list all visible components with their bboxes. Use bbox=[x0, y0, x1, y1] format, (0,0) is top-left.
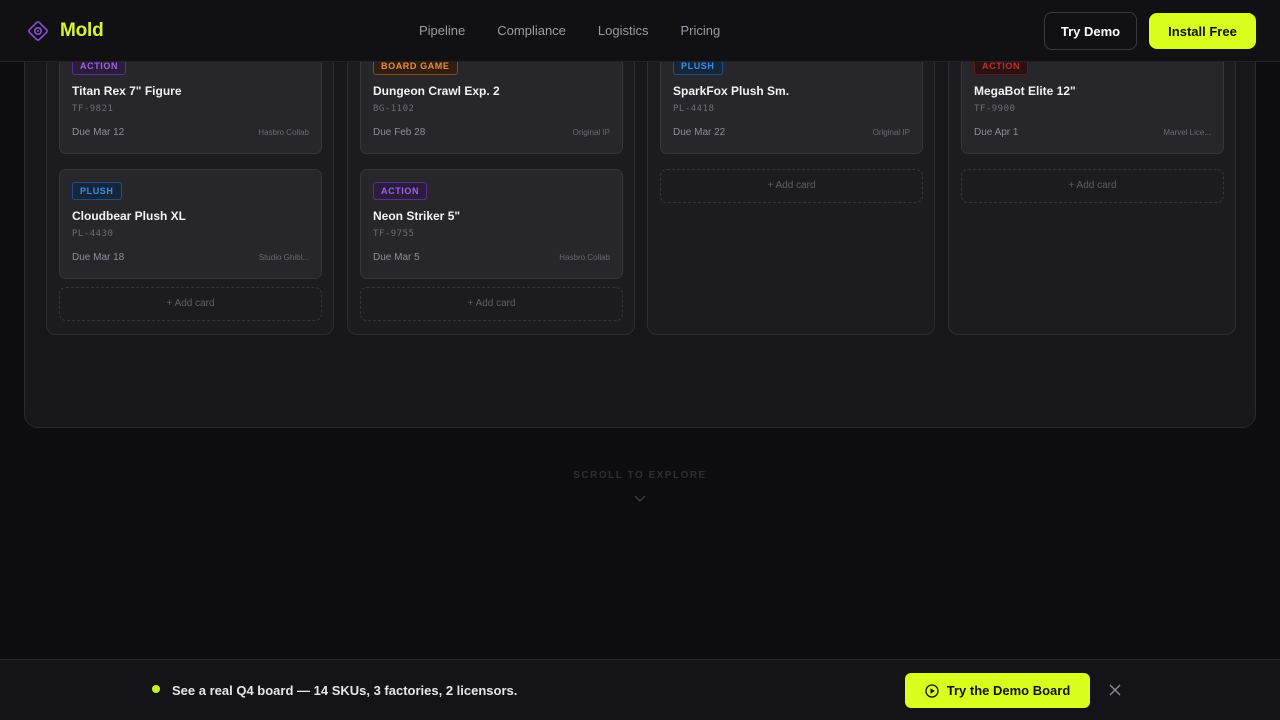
top-navbar: Mold Pipeline Compliance Logistics Prici… bbox=[0, 0, 1280, 62]
try-demo-board-label: Try the Demo Board bbox=[946, 683, 1071, 698]
card-title: SparkFox Plush Sm. bbox=[673, 84, 790, 98]
play-circle-icon bbox=[925, 683, 939, 698]
nav-links: Pipeline Compliance Logistics Pricing bbox=[419, 23, 720, 38]
add-card-button[interactable]: + Add card bbox=[961, 169, 1224, 203]
board-column: BOARD GAME Dungeon Crawl Exp. 2 BG-1102 … bbox=[347, 44, 635, 335]
card-source: Original IP bbox=[572, 128, 610, 137]
board-column: PLUSH SparkFox Plush Sm. PL-4418 Due Mar… bbox=[647, 44, 935, 335]
kanban-board: ACTION Titan Rex 7" Figure TF-9821 Due M… bbox=[24, 30, 1256, 428]
close-icon[interactable] bbox=[1108, 683, 1122, 697]
card-title: Dungeon Crawl Exp. 2 bbox=[373, 84, 500, 98]
nav-link-pipeline[interactable]: Pipeline bbox=[419, 23, 465, 38]
card-title: Cloudbear Plush XL bbox=[72, 209, 187, 223]
card-due-date: Due Mar 12 bbox=[72, 127, 125, 138]
card-title: Titan Rex 7" Figure bbox=[72, 84, 182, 98]
card-source: Hasbro Collab bbox=[258, 128, 309, 137]
nav-link-logistics[interactable]: Logistics bbox=[598, 23, 649, 38]
nav-link-pricing[interactable]: Pricing bbox=[681, 23, 721, 38]
card-due-date: Due Mar 18 bbox=[72, 252, 125, 263]
card-source: Original IP bbox=[872, 128, 910, 137]
try-demo-board-button[interactable]: Try the Demo Board bbox=[905, 673, 1090, 708]
card-sku: PL-4430 bbox=[72, 229, 114, 239]
card-source: Hasbro Collab bbox=[559, 253, 610, 262]
scroll-hint: SCROLL TO EXPLORE bbox=[573, 470, 707, 481]
board-column: ACTION MegaBot Elite 12" TF-9900 Due Apr… bbox=[948, 44, 1236, 335]
mold-logo-icon bbox=[28, 21, 48, 41]
board-column: ACTION Titan Rex 7" Figure TF-9821 Due M… bbox=[46, 44, 334, 335]
promo-banner: See a real Q4 board — 14 SKUs, 3 factori… bbox=[0, 659, 1280, 720]
card-due-date: Due Apr 1 bbox=[974, 127, 1019, 138]
product-card[interactable]: ACTION Neon Striker 5" TF-9755 Due Mar 5… bbox=[360, 169, 623, 279]
add-card-button[interactable]: + Add card bbox=[59, 287, 322, 321]
add-card-button[interactable]: + Add card bbox=[660, 169, 923, 203]
card-source: Marvel Lice... bbox=[1163, 128, 1211, 137]
category-tag: PLUSH bbox=[72, 182, 122, 200]
add-card-button[interactable]: + Add card bbox=[360, 287, 623, 321]
card-sku: TF-9900 bbox=[974, 104, 1016, 114]
brand-logo[interactable]: Mold bbox=[26, 19, 104, 43]
card-source: Studio Ghibl... bbox=[258, 253, 309, 262]
brand-name: Mold bbox=[60, 20, 104, 41]
banner-text: See a real Q4 board — 14 SKUs, 3 factori… bbox=[172, 683, 518, 698]
nav-link-compliance[interactable]: Compliance bbox=[497, 23, 566, 38]
try-demo-button[interactable]: Try Demo bbox=[1044, 12, 1137, 50]
card-title: MegaBot Elite 12" bbox=[974, 84, 1076, 98]
install-free-button[interactable]: Install Free bbox=[1149, 13, 1256, 49]
product-card[interactable]: PLUSH Cloudbear Plush XL PL-4430 Due Mar… bbox=[59, 169, 322, 279]
card-due-date: Due Mar 22 bbox=[673, 127, 726, 138]
card-due-date: Due Mar 5 bbox=[373, 252, 420, 263]
card-due-date: Due Feb 28 bbox=[373, 127, 426, 138]
category-tag: ACTION bbox=[373, 182, 428, 200]
card-title: Neon Striker 5" bbox=[373, 209, 461, 223]
card-sku: TF-9755 bbox=[373, 229, 415, 239]
card-sku: PL-4418 bbox=[673, 104, 715, 114]
status-dot-icon bbox=[152, 685, 160, 693]
card-sku: BG-1102 bbox=[373, 104, 415, 114]
card-sku: TF-9821 bbox=[72, 104, 114, 114]
chevron-down-icon bbox=[634, 495, 646, 502]
